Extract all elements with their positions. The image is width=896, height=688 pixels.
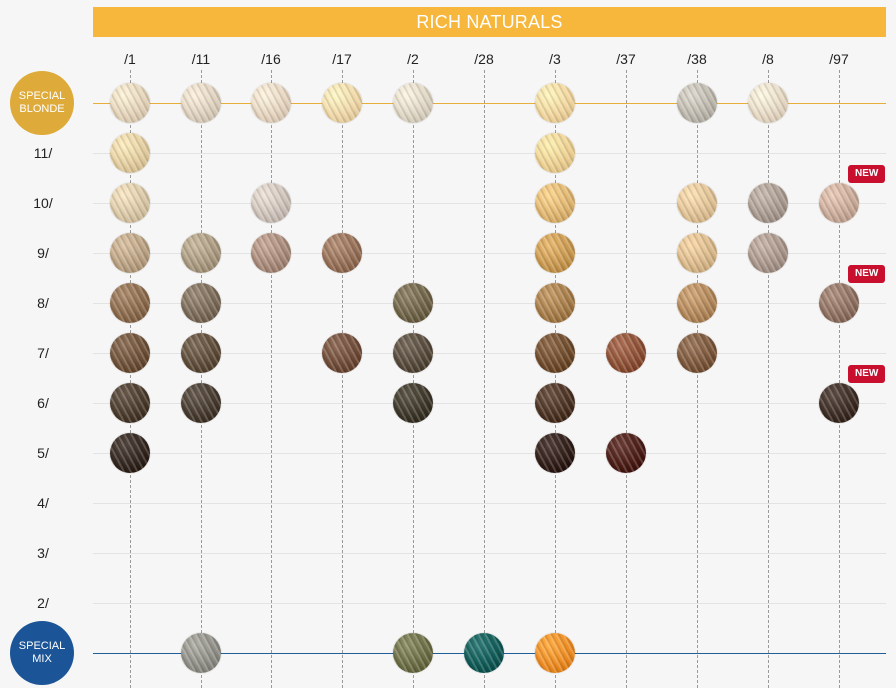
swatch-5-3[interactable]: [535, 433, 575, 473]
swatch-6-2[interactable]: [393, 383, 433, 423]
column-label-2: /2: [407, 51, 419, 67]
column-line-37: [626, 70, 627, 688]
column-label-3: /3: [549, 51, 561, 67]
column-line-38: [697, 70, 698, 688]
rich-naturals-banner: RICH NATURALS: [93, 7, 886, 37]
swatch-8-97[interactable]: [819, 283, 859, 323]
swatch-7-1[interactable]: [110, 333, 150, 373]
swatch-11-1[interactable]: [110, 133, 150, 173]
row-label-6: 6/: [37, 395, 49, 411]
swatch-5-37[interactable]: [606, 433, 646, 473]
swatch-6-97[interactable]: [819, 383, 859, 423]
swatch-10-1[interactable]: [110, 183, 150, 223]
swatch-sb-17[interactable]: [322, 83, 362, 123]
swatch-7-2[interactable]: [393, 333, 433, 373]
new-badge: NEW: [848, 365, 886, 383]
special-blonde-badge: SPECIAL BLONDE: [10, 71, 74, 135]
swatch-sb-2[interactable]: [393, 83, 433, 123]
swatch-8-3[interactable]: [535, 283, 575, 323]
row-label-3: 3/: [37, 545, 49, 561]
swatch-sb-1[interactable]: [110, 83, 150, 123]
row-label-7: 7/: [37, 345, 49, 361]
column-label-97: /97: [829, 51, 849, 67]
swatch-10-97[interactable]: [819, 183, 859, 223]
swatch-9-16[interactable]: [251, 233, 291, 273]
swatch-10-8[interactable]: [748, 183, 788, 223]
new-badge: NEW: [848, 265, 886, 283]
column-line-97: [839, 70, 840, 688]
swatch-9-1[interactable]: [110, 233, 150, 273]
swatch-6-1[interactable]: [110, 383, 150, 423]
row-label-5: 5/: [37, 445, 49, 461]
column-line-11: [201, 70, 202, 688]
color-chart: RICH NATURALS /1/11/16/17/2/28/3/37/38/8…: [0, 0, 896, 688]
swatch-7-3[interactable]: [535, 333, 575, 373]
swatch-sm-3[interactable]: [535, 633, 575, 673]
column-line-17: [342, 70, 343, 688]
column-line-8: [768, 70, 769, 688]
column-label-38: /38: [687, 51, 707, 67]
row-label-2: 2/: [37, 595, 49, 611]
swatch-sb-8[interactable]: [748, 83, 788, 123]
new-badge: NEW: [848, 165, 886, 183]
swatch-10-38[interactable]: [677, 183, 717, 223]
swatch-9-11[interactable]: [181, 233, 221, 273]
column-label-16: /16: [261, 51, 281, 67]
row-label-8: 8/: [37, 295, 49, 311]
row-label-10: 10/: [33, 195, 53, 211]
column-label-37: /37: [616, 51, 636, 67]
column-line-2: [413, 70, 414, 688]
column-label-11: /11: [191, 51, 211, 67]
swatch-8-38[interactable]: [677, 283, 717, 323]
swatch-11-3[interactable]: [535, 133, 575, 173]
column-line-28: [484, 70, 485, 688]
column-line-16: [271, 70, 272, 688]
swatch-7-38[interactable]: [677, 333, 717, 373]
row-label-9: 9/: [37, 245, 49, 261]
swatch-8-2[interactable]: [393, 283, 433, 323]
swatch-9-3[interactable]: [535, 233, 575, 273]
special-mix-badge: SPECIAL MIX: [10, 621, 74, 685]
swatch-7-11[interactable]: [181, 333, 221, 373]
swatch-10-16[interactable]: [251, 183, 291, 223]
swatch-sb-38[interactable]: [677, 83, 717, 123]
swatch-sm-2[interactable]: [393, 633, 433, 673]
swatch-6-11[interactable]: [181, 383, 221, 423]
swatch-9-8[interactable]: [748, 233, 788, 273]
swatch-9-38[interactable]: [677, 233, 717, 273]
swatch-5-1[interactable]: [110, 433, 150, 473]
row-label-11: 11/: [33, 145, 53, 161]
column-label-1: /1: [124, 51, 136, 67]
swatch-8-1[interactable]: [110, 283, 150, 323]
swatch-sm-11[interactable]: [181, 633, 221, 673]
swatch-7-37[interactable]: [606, 333, 646, 373]
swatch-sb-11[interactable]: [181, 83, 221, 123]
swatch-9-17[interactable]: [322, 233, 362, 273]
column-label-8: /8: [762, 51, 774, 67]
column-label-28: /28: [474, 51, 494, 67]
swatch-sm-28[interactable]: [464, 633, 504, 673]
row-label-4: 4/: [37, 495, 49, 511]
swatch-10-3[interactable]: [535, 183, 575, 223]
swatch-sb-3[interactable]: [535, 83, 575, 123]
column-label-17: /17: [332, 51, 352, 67]
swatch-8-11[interactable]: [181, 283, 221, 323]
swatch-6-3[interactable]: [535, 383, 575, 423]
swatch-sb-16[interactable]: [251, 83, 291, 123]
swatch-7-17[interactable]: [322, 333, 362, 373]
